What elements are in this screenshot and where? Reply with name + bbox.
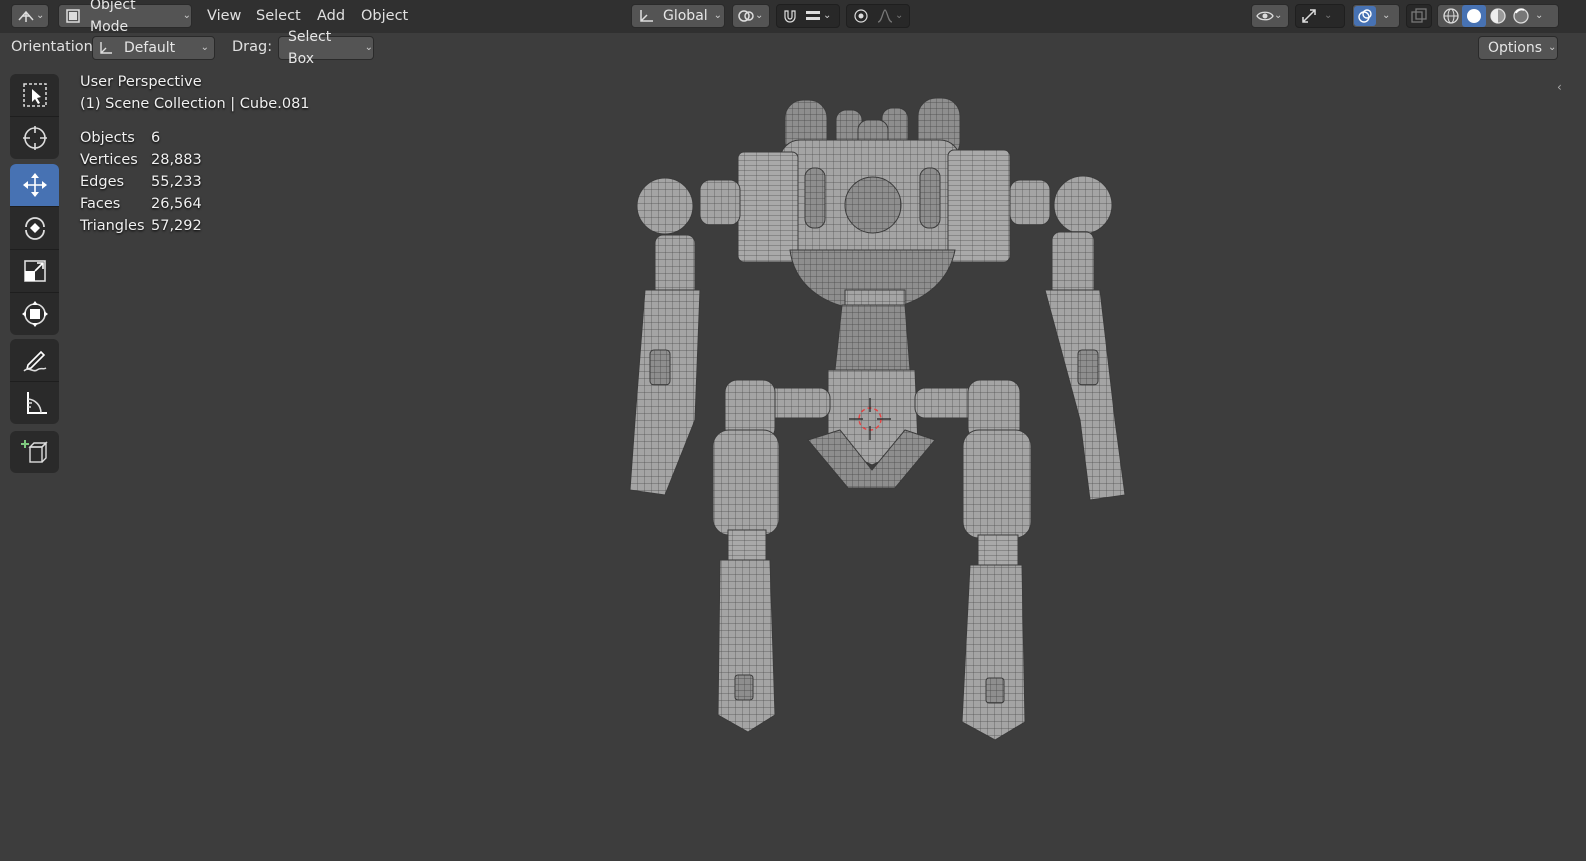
add-cube-icon: [20, 438, 49, 466]
xray-toggle[interactable]: [1406, 4, 1432, 28]
overlays-controls[interactable]: ⌄: [1352, 4, 1400, 28]
tool-annotate[interactable]: [10, 339, 59, 382]
toolbar-group-transform: [10, 164, 59, 335]
stat-row: Objects 6: [80, 130, 202, 152]
stat-value: 26,564: [151, 196, 202, 212]
orientation-axes-icon: [98, 40, 114, 56]
select-box-icon: [21, 81, 49, 109]
view-name: User Perspective: [80, 74, 202, 90]
stat-value: 28,883: [151, 152, 202, 168]
gizmo-icon: [1300, 8, 1318, 24]
orientation-selector[interactable]: Default ⌄: [92, 36, 215, 60]
chevron-down-icon: ⌄: [182, 10, 191, 21]
tool-move[interactable]: [10, 164, 59, 207]
snapping-controls[interactable]: ⌄: [776, 4, 840, 28]
rendered-shading-icon[interactable]: [1512, 7, 1530, 25]
stat-label: Vertices: [80, 152, 138, 168]
stat-value: 57,292: [151, 218, 202, 234]
toolbar-group-annotate: [10, 339, 59, 424]
falloff-curve-icon: [877, 8, 893, 24]
tool-select-box[interactable]: [10, 74, 59, 117]
transform-orientation-selector[interactable]: Global ⌄: [631, 4, 725, 28]
scale-icon: [21, 257, 49, 285]
orientation-value: Default: [124, 40, 176, 56]
gizmo-controls[interactable]: ⌄: [1295, 4, 1345, 28]
tool-measure[interactable]: [10, 382, 59, 424]
viewport-header: ⌄ Object Mode ⌄ View Select Add Object G…: [0, 0, 1586, 35]
object-mode-icon: [65, 8, 81, 24]
stat-label: Objects: [80, 130, 135, 146]
tool-transform[interactable]: [10, 293, 59, 335]
toolbar-group-add: [10, 431, 59, 473]
mode-selector[interactable]: Object Mode ⌄: [58, 0, 192, 35]
orientation-label: Global: [663, 8, 708, 24]
stat-label: Faces: [80, 196, 121, 212]
wireframe-shading-icon[interactable]: [1442, 7, 1460, 25]
stat-row: Edges 55,233: [80, 174, 202, 196]
stat-row: Vertices 28,883: [80, 152, 202, 174]
tool-cursor[interactable]: [10, 117, 59, 159]
snap-increment-icon: [805, 8, 821, 24]
robot-mesh-model[interactable]: [600, 80, 1160, 760]
stat-row: Faces 26,564: [80, 196, 202, 218]
proportional-editing-icon: [853, 8, 869, 24]
toolbar-group-select: [10, 74, 59, 159]
measure-icon: [21, 389, 49, 417]
stat-value: 6: [151, 130, 161, 146]
collection-path: (1) Scene Collection | Cube.081: [80, 96, 310, 112]
pivot-point-selector[interactable]: ⌄: [732, 4, 770, 28]
menu-object[interactable]: Object: [361, 5, 408, 27]
xray-icon: [1411, 8, 1427, 24]
tool-settings-header: Orientation: Default ⌄ Drag: Select Box …: [0, 29, 1586, 67]
chevron-down-icon: ⌄: [713, 10, 723, 21]
eye-icon: [1256, 8, 1274, 24]
annotate-icon: [21, 346, 49, 374]
menu-add[interactable]: Add: [317, 5, 345, 27]
selectability-visibility-button[interactable]: ⌄: [1251, 4, 1289, 28]
magnet-icon: [782, 8, 798, 24]
orientation-label: Orientation:: [11, 39, 98, 55]
move-icon: [21, 171, 49, 199]
editor-type-button[interactable]: ⌄: [11, 4, 49, 28]
drag-value: Select Box: [288, 29, 332, 67]
options-label: Options: [1488, 40, 1543, 56]
stat-row: Triangles 57,292: [80, 218, 202, 240]
scene-statistics: Objects 6 Vertices 28,883 Edges 55,233 Face…: [80, 130, 202, 240]
pivot-icon: [737, 8, 755, 24]
tool-rotate[interactable]: [10, 207, 59, 250]
menu-select[interactable]: Select: [256, 5, 301, 27]
material-preview-icon[interactable]: [1489, 7, 1507, 25]
orientation-axes-icon: [638, 8, 656, 24]
drag-label: Drag:: [232, 39, 273, 55]
proportional-editing-controls[interactable]: ⌄: [846, 4, 910, 28]
stat-value: 55,233: [151, 174, 202, 190]
menu-view[interactable]: View: [207, 5, 241, 27]
options-button[interactable]: Options ⌄: [1478, 36, 1558, 60]
cursor-icon: [21, 124, 49, 152]
sidebar-toggle-icon[interactable]: ‹: [1557, 80, 1562, 94]
overlays-icon: [1354, 6, 1376, 26]
rotate-icon: [21, 214, 49, 242]
tool-add-cube[interactable]: [10, 431, 59, 473]
drag-selector[interactable]: Select Box ⌄: [278, 29, 374, 67]
3d-viewport-icon: [17, 8, 35, 24]
solid-shading-icon[interactable]: [1462, 5, 1486, 27]
tool-scale[interactable]: [10, 250, 59, 293]
stat-label: Edges: [80, 174, 125, 190]
shading-mode-controls[interactable]: ⌄: [1437, 4, 1559, 28]
transform-icon: [21, 300, 49, 328]
stat-label: Triangles: [80, 218, 145, 234]
